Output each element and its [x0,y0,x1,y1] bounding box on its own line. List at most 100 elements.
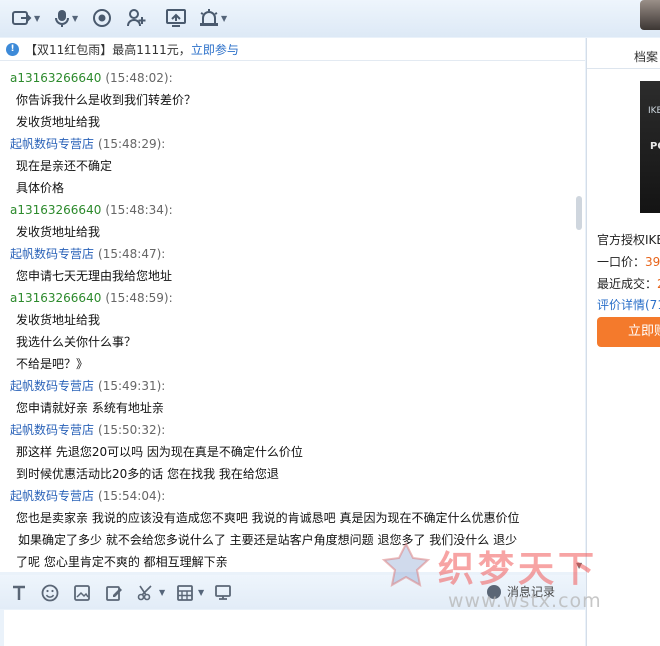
message-line: 了呢 您心里肯定不爽的 都相互理解下亲 [16,555,228,569]
timestamp: (15:54:04): [98,489,166,503]
message-line: 发收货地址给我 [16,313,101,327]
message-header: 起帆数码专营店 (15:54:04): [0,485,585,507]
timestamp: (15:48:59): [105,291,173,305]
chevron-down-icon[interactable]: ▼ [159,588,165,597]
message-header: 起帆数码专营店 (15:49:31): [0,375,585,397]
timestamp: (15:50:32): [98,423,166,437]
product-image-label: PO [650,141,660,152]
message-line: 我选什么关你什么事？ [16,335,137,349]
screen-share-button[interactable] [166,7,186,29]
monitor-icon[interactable] [214,584,232,602]
message-line: 发收货地址给我 [16,225,101,239]
message-line: 发收货地址给我 [16,115,101,129]
sender-name[interactable]: 起帆数码专营店 [10,379,94,393]
history-icon [487,584,501,599]
scissors-icon[interactable] [137,584,155,602]
chat-scrollbar[interactable]: ▼ [573,61,585,572]
timestamp: (15:49:31): [98,379,166,393]
voice-button[interactable]: ▼ [54,7,78,29]
scroll-down-icon[interactable]: ▼ [576,562,582,570]
divider [587,68,660,69]
message: 起帆数码专营店 (15:48:47): 您申请七天无理由我给您地址 [0,243,585,287]
message-line: 您也是卖家亲 我说的应该没有造成您不爽吧 我说的肯诚恳吧 真是因为现在不确定什么… [16,511,520,525]
message-history-button[interactable]: 消息记录 [487,583,555,600]
product-image[interactable]: IKE PO [640,81,660,213]
message-line: 如果确定了多少 就不会给您多说什么了 主要还是站客户角度想问题 退您多了 我们没… [18,533,518,547]
message: 起帆数码专营店 (15:48:29): 现在是亲还不确定 具体价格 [0,133,585,199]
message-line: 具体价格 [16,181,65,195]
review-details-link[interactable]: 评价详情(71 [597,296,660,313]
message-line: 您申请七天无理由我给您地址 [16,269,173,283]
join-now-link[interactable]: 立即参与 [191,43,239,57]
message-line: 到时候优惠活动比20多的话 您在找我 我在给您退 [16,467,279,481]
sender-name[interactable]: 起帆数码专营店 [10,489,94,503]
input-toolbar: ▼ ▼ 消息记录 [0,575,585,609]
panel-title: 档案 [634,50,659,64]
timestamp: (15:48:34): [105,203,173,217]
scroll-thumb[interactable] [576,196,582,230]
recent-sales-row: 最近成交：2 [597,275,660,292]
chat-history[interactable]: a13163266640 (15:48:02): 你告诉我什么是收到我们转差价？ … [0,61,585,572]
sender-name[interactable]: a13163266640 [10,291,101,305]
add-user-icon [127,9,146,27]
chat-toolbar: ▼ ▼ ▼ [0,0,660,37]
message-line: 现在是亲还不确定 [16,159,113,173]
timestamp: (15:48:29): [98,137,166,151]
message: 起帆数码专营店 (15:50:32): 那这样 先退您20可以吗 因为现在真是不确… [0,419,585,485]
screen-share-icon [166,9,186,27]
message-input[interactable] [4,610,585,646]
message-line: 你告诉我什么是收到我们转差价？ [16,93,197,107]
chevron-down-icon: ▼ [72,13,79,23]
notice-text: 【双11红包雨】最高1111元，立即参与 [25,42,239,57]
message-line: 那这样 先退您20可以吗 因为现在真是不确定什么价位 [16,445,303,459]
profile-panel: 档案 IKE PO 官方授权IKE 一口价：399 最近成交：2 评价详情(71… [586,38,660,646]
message-header: 起帆数码专营店 (15:48:47): [0,243,585,265]
sender-name[interactable]: 起帆数码专营店 [10,423,94,437]
price-row: 一口价：399 [597,253,660,270]
chevron-down-icon: ▼ [221,13,228,23]
product-image-label: IKE [648,106,660,116]
recent-sales-label: 最近成交： [597,277,658,291]
message: a13163266640 (15:48:59): 发收货地址给我 我选什么关你什么… [0,287,585,375]
timestamp: (15:48:02): [105,71,173,85]
message-line: 不给是吧？》 [16,357,89,371]
product-name[interactable]: 官方授权IKE [597,231,660,248]
promo-notice: ! 【双11红包雨】最高1111元，立即参与 [0,38,585,61]
buy-now-button[interactable]: 立即购 [597,317,660,347]
avatar[interactable] [640,0,660,30]
message-line: 您申请就好亲 系统有地址亲 [16,401,164,415]
calculator-icon[interactable] [176,584,194,602]
share-button[interactable]: ▼ [12,7,40,29]
timestamp: (15:48:47): [98,247,166,261]
message-header: a13163266640 (15:48:02): [0,67,585,89]
message-header: 起帆数码专营店 (15:50:32): [0,419,585,441]
message-header: 起帆数码专营店 (15:48:29): [0,133,585,155]
font-icon[interactable] [10,584,28,602]
message: 起帆数码专营店 (15:49:31): 您申请就好亲 系统有地址亲 [0,375,585,419]
message: 起帆数码专营店 (15:54:04): 您也是卖家亲 我说的应该没有造成您不爽吧 … [0,485,585,572]
sender-name[interactable]: a13163266640 [10,71,101,85]
microphone-icon [55,10,69,27]
message: a13163266640 (15:48:34): 发收货地址给我 [0,199,585,243]
emoji-icon[interactable] [41,584,59,602]
remote-assist-icon [200,9,218,26]
edit-icon[interactable] [105,584,123,602]
video-button[interactable] [93,7,111,29]
info-icon: ! [6,42,19,56]
sender-name[interactable]: a13163266640 [10,203,101,217]
message: a13163266640 (15:48:02): 你告诉我什么是收到我们转差价？ … [0,67,585,133]
add-contact-button[interactable] [127,7,147,29]
message-header: a13163266640 (15:48:34): [0,199,585,221]
sender-name[interactable]: 起帆数码专营店 [10,247,94,261]
share-icon [12,11,32,25]
chevron-down-icon: ▼ [34,13,41,23]
sender-name[interactable]: 起帆数码专营店 [10,137,94,151]
camera-icon [93,9,111,27]
message-header: a13163266640 (15:48:59): [0,287,585,309]
image-icon[interactable] [73,584,91,602]
price-value: 399 [645,255,660,269]
remote-assist-button[interactable]: ▼ [199,7,227,29]
price-label: 一口价： [597,255,646,269]
chevron-down-icon[interactable]: ▼ [198,588,204,597]
history-label: 消息记录 [507,585,556,599]
